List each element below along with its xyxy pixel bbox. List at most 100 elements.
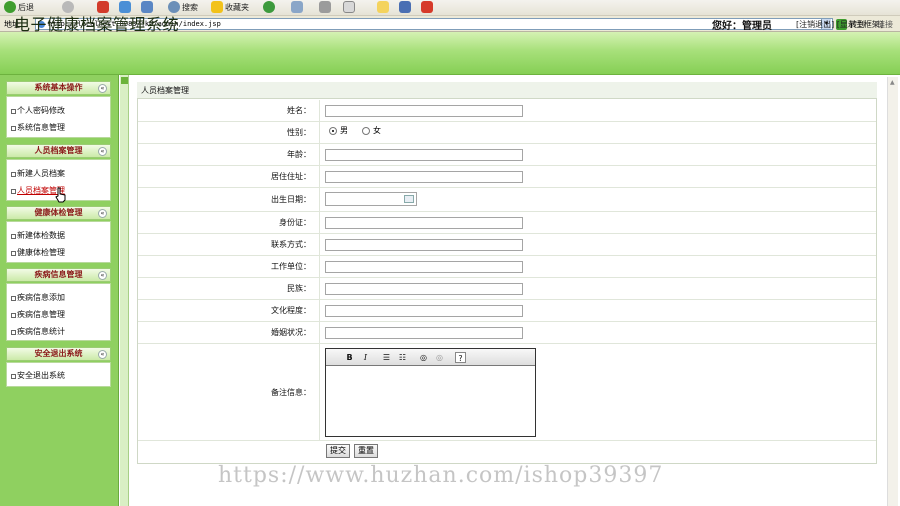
splitter-toggle-icon[interactable]	[121, 77, 128, 84]
age-input[interactable]	[325, 149, 523, 161]
addon-button[interactable]	[421, 0, 435, 14]
id-card-input[interactable]	[325, 217, 523, 229]
calendar-icon[interactable]	[404, 195, 414, 203]
address-input-field[interactable]	[325, 171, 523, 183]
bold-button[interactable]: B	[344, 352, 355, 363]
ordered-list-icon[interactable]: ☰	[381, 352, 392, 363]
messenger-button[interactable]	[399, 0, 413, 14]
field-row-birth: 出生日期：	[138, 188, 876, 212]
submit-button[interactable]: 提交	[326, 444, 350, 458]
sidebar-group-title: 健康体检管理	[34, 208, 83, 217]
sidebar-group-system[interactable]: 系统基本操作 «	[6, 81, 111, 95]
sidebar-item-logout[interactable]: 安全退出系统	[7, 369, 65, 383]
unlink-icon[interactable]: ◎	[434, 352, 445, 363]
content-scrollbar[interactable]: ▲	[887, 77, 898, 506]
edit-icon	[343, 1, 355, 13]
sidebar-group-archives[interactable]: 人员档案管理 «	[6, 144, 111, 158]
birth-date-input[interactable]	[325, 192, 417, 206]
collapse-icon[interactable]: «	[98, 147, 107, 156]
field-row-ethnicity: 民族：	[138, 278, 876, 300]
gender-male-label: 男	[340, 126, 348, 135]
field-row-age: 年龄：	[138, 144, 876, 166]
field-label: 文化程度：	[138, 300, 320, 321]
education-input[interactable]	[325, 305, 523, 317]
field-row-id: 身份证：	[138, 212, 876, 234]
collapse-icon[interactable]: «	[98, 209, 107, 218]
sidebar-group-title: 人员档案管理	[34, 146, 83, 155]
gender-male-radio[interactable]	[329, 127, 337, 135]
field-row-address: 居住住址：	[138, 166, 876, 188]
field-label: 身份证：	[138, 212, 320, 233]
search-label: 搜索	[182, 2, 198, 12]
field-label: 姓名：	[138, 100, 320, 121]
marital-input[interactable]	[325, 327, 523, 339]
link-icon[interactable]: ◎	[418, 352, 429, 363]
history-icon	[263, 1, 275, 13]
welcome-text: 您好：管理员	[712, 21, 772, 32]
sidebar-item-disease-manage[interactable]: 疾病信息管理	[7, 308, 65, 322]
system-title: 电子健康档案管理系统	[14, 15, 180, 34]
history-button[interactable]	[263, 0, 277, 14]
messenger-icon	[399, 1, 411, 13]
field-label: 出生日期：	[138, 188, 320, 211]
sidebar-item-disease-add[interactable]: 疾病信息添加	[7, 291, 65, 305]
watermark: https://www.huzhan.com/ishop39397	[218, 463, 664, 488]
name-input[interactable]	[325, 105, 523, 117]
sidebar-group-title: 疾病信息管理	[34, 270, 83, 279]
editor-toolbar: B I ☰ ☷ ◎ ◎ ?	[326, 349, 535, 366]
print-button[interactable]	[319, 0, 333, 14]
sidebar-group-body: 新建体检数据 健康体检管理	[6, 221, 111, 263]
sidebar-item-checkup-manage[interactable]: 健康体检管理	[7, 246, 65, 260]
sidebar-group-logout[interactable]: 安全退出系统 «	[6, 347, 111, 361]
field-row-education: 文化程度：	[138, 300, 876, 322]
ethnicity-input[interactable]	[325, 283, 523, 295]
folder-button[interactable]	[377, 0, 391, 14]
app-header	[0, 32, 900, 75]
sidebar-group-body: 疾病信息添加 疾病信息管理 疾病信息统计	[6, 283, 111, 341]
sidebar-item-disease-stats[interactable]: 疾病信息统计	[7, 325, 65, 339]
field-row-marital: 婚姻状况：	[138, 322, 876, 344]
contact-input[interactable]	[325, 239, 523, 251]
sidebar-group-title: 安全退出系统	[34, 349, 83, 358]
italic-button[interactable]: I	[360, 352, 371, 363]
sidebar-group-disease[interactable]: 疾病信息管理 «	[6, 268, 111, 282]
field-label: 民族：	[138, 278, 320, 299]
sidebar-group-body: 安全退出系统	[6, 362, 111, 387]
folder-icon	[377, 1, 389, 13]
field-label: 年龄：	[138, 144, 320, 165]
sidebar-item-new-archive[interactable]: 新建人员档案	[7, 167, 65, 181]
sidebar: 系统基本操作 « 个人密码修改 系统信息管理 人员档案管理 « 新建人员档案 人…	[0, 75, 119, 506]
favorites-button[interactable]: 收藏夹	[211, 0, 249, 14]
form-title: 人员档案管理	[137, 82, 877, 99]
sidebar-item-password[interactable]: 个人密码修改	[7, 104, 65, 118]
gender-female-label: 女	[373, 126, 381, 135]
help-button[interactable]: ?	[455, 352, 466, 363]
work-unit-input[interactable]	[325, 261, 523, 273]
mail-button[interactable]	[291, 0, 305, 14]
field-label: 居住住址：	[138, 166, 320, 187]
frame-splitter[interactable]	[120, 75, 129, 506]
field-row-name: 姓名：	[138, 100, 876, 122]
collapse-icon[interactable]: «	[98, 350, 107, 359]
field-label: 婚姻状况：	[138, 322, 320, 343]
unordered-list-icon[interactable]: ☷	[397, 352, 408, 363]
edit-button[interactable]	[343, 0, 357, 14]
star-icon	[211, 1, 223, 13]
gender-female-radio[interactable]	[362, 127, 370, 135]
header-links[interactable]: [注销退出] [显示主框架]	[796, 19, 883, 30]
sidebar-item-new-checkup[interactable]: 新建体检数据	[7, 229, 65, 243]
sidebar-item-system-info[interactable]: 系统信息管理	[7, 121, 65, 135]
field-label: 联系方式：	[138, 234, 320, 255]
field-label: 工作单位：	[138, 256, 320, 277]
field-row-gender: 性别： 男 女	[138, 122, 876, 144]
collapse-icon[interactable]: «	[98, 84, 107, 93]
sidebar-group-checkup[interactable]: 健康体检管理 «	[6, 206, 111, 220]
scroll-up-icon[interactable]: ▲	[890, 79, 895, 86]
field-label: 性别：	[138, 122, 320, 143]
collapse-icon[interactable]: «	[98, 271, 107, 280]
print-icon	[319, 1, 331, 13]
remarks-editor[interactable]: B I ☰ ☷ ◎ ◎ ?	[325, 348, 536, 437]
hand-cursor-icon	[55, 187, 66, 203]
addon-icon	[421, 1, 433, 13]
reset-button[interactable]: 重置	[354, 444, 378, 458]
